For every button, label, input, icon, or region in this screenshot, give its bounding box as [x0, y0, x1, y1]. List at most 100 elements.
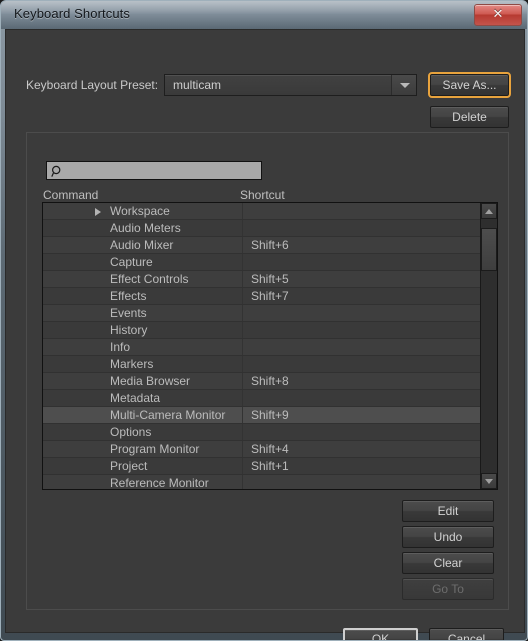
- preset-selected-value: multicam: [173, 78, 222, 92]
- delete-button[interactable]: Delete: [430, 106, 509, 128]
- table-row[interactable]: Program Monitor Shift+4: [43, 441, 482, 458]
- row-command-label: Multi-Camera Monitor: [110, 408, 226, 422]
- row-indent: [43, 390, 105, 406]
- row-shortcut-label: Shift+5: [251, 272, 289, 286]
- column-divider: [242, 288, 243, 304]
- row-indent: [43, 339, 105, 355]
- row-indent: [43, 356, 105, 372]
- dialog-window: Keyboard Shortcuts ✕ Keyboard Layout Pre…: [0, 0, 528, 641]
- row-command-label: Media Browser: [110, 374, 191, 388]
- window-title: Keyboard Shortcuts: [14, 6, 130, 21]
- row-command-label: History: [110, 323, 148, 337]
- ok-button[interactable]: OK: [343, 628, 418, 640]
- clear-button[interactable]: Clear: [402, 552, 494, 574]
- row-indent: [43, 373, 105, 389]
- column-header-shortcut: Shortcut: [240, 188, 285, 202]
- close-icon: ✕: [492, 6, 504, 21]
- row-shortcut-label: Shift+1: [251, 459, 289, 473]
- dialog-client-area: Keyboard Layout Preset: multicam Save As…: [5, 29, 525, 640]
- column-divider: [242, 271, 243, 287]
- column-divider: [242, 475, 243, 489]
- table-row[interactable]: Media Browser Shift+8: [43, 373, 482, 390]
- table-row[interactable]: Markers: [43, 356, 482, 373]
- column-divider: [242, 237, 243, 253]
- column-header-command: Command: [43, 188, 99, 202]
- chevron-down-icon[interactable]: [391, 75, 416, 95]
- undo-button[interactable]: Undo: [402, 526, 494, 548]
- row-indent: [43, 458, 105, 474]
- table-row[interactable]: Options: [43, 424, 482, 441]
- table-row[interactable]: Info: [43, 339, 482, 356]
- table-row[interactable]: Effects Shift+7: [43, 288, 482, 305]
- column-divider: [242, 458, 243, 474]
- row-shortcut-label: Shift+4: [251, 442, 289, 456]
- edit-button[interactable]: Edit: [402, 500, 494, 522]
- row-command-label: Markers: [110, 357, 154, 371]
- row-indent: [43, 407, 105, 423]
- column-divider: [242, 339, 243, 355]
- cancel-button[interactable]: Cancel: [429, 628, 504, 640]
- column-divider: [242, 254, 243, 270]
- column-divider: [242, 390, 243, 406]
- row-command-label: Reference Monitor: [110, 476, 209, 489]
- table-row[interactable]: Events: [43, 305, 482, 322]
- search-icon: [51, 165, 61, 177]
- close-button[interactable]: ✕: [474, 4, 522, 26]
- row-indent: [43, 475, 105, 489]
- table-row[interactable]: Audio Meters: [43, 220, 482, 237]
- column-divider: [242, 305, 243, 321]
- row-indent: [43, 254, 105, 270]
- table-row[interactable]: Metadata: [43, 390, 482, 407]
- title-bar: Keyboard Shortcuts ✕: [1, 1, 527, 29]
- row-indent: [43, 271, 105, 287]
- table-row[interactable]: Reference Monitor: [43, 475, 482, 489]
- shortcuts-list[interactable]: Workspace Audio Meters Audio Mixer Shift+6 C…: [42, 202, 498, 490]
- table-row[interactable]: Multi-Camera Monitor Shift+9: [43, 407, 482, 424]
- row-command-label: Capture: [110, 255, 153, 269]
- expand-triangle-icon[interactable]: [95, 208, 101, 216]
- column-divider: [242, 441, 243, 457]
- column-divider: [242, 356, 243, 372]
- table-row[interactable]: Project Shift+1: [43, 458, 482, 475]
- row-indent: [43, 288, 105, 304]
- row-indent: [43, 424, 105, 440]
- table-row[interactable]: Capture: [43, 254, 482, 271]
- row-command-label: Events: [110, 306, 147, 320]
- row-shortcut-label: Shift+9: [251, 408, 289, 422]
- table-row[interactable]: History: [43, 322, 482, 339]
- row-indent: [43, 441, 105, 457]
- row-command-label: Program Monitor: [110, 442, 200, 456]
- row-shortcut-label: Shift+6: [251, 238, 289, 252]
- column-divider: [242, 322, 243, 338]
- row-command-label: Project: [110, 459, 148, 473]
- search-field[interactable]: [46, 161, 262, 180]
- row-command-label: Audio Meters: [110, 221, 181, 235]
- row-command-label: Effect Controls: [110, 272, 189, 286]
- row-command-label: Options: [110, 425, 152, 439]
- preset-label: Keyboard Layout Preset:: [26, 78, 159, 92]
- row-indent: [43, 220, 105, 236]
- row-indent: [43, 305, 105, 321]
- shortcuts-list-rows: Workspace Audio Meters Audio Mixer Shift+6 C…: [43, 203, 482, 489]
- vertical-scrollbar[interactable]: [480, 203, 497, 489]
- column-divider: [242, 373, 243, 389]
- scroll-up-arrow-icon[interactable]: [481, 203, 497, 219]
- keyboard-layout-preset-select[interactable]: multicam: [164, 74, 417, 96]
- column-divider: [242, 424, 243, 440]
- row-shortcut-label: Shift+7: [251, 289, 289, 303]
- column-divider: [242, 203, 243, 219]
- table-row[interactable]: Workspace: [43, 203, 482, 220]
- save-as-button[interactable]: Save As...: [428, 72, 511, 98]
- go-to-button: Go To: [402, 578, 494, 600]
- row-indent: [43, 237, 105, 253]
- scroll-down-arrow-icon[interactable]: [481, 473, 497, 489]
- table-row[interactable]: Audio Mixer Shift+6: [43, 237, 482, 254]
- table-row[interactable]: Effect Controls Shift+5: [43, 271, 482, 288]
- row-command-label: Metadata: [110, 391, 161, 405]
- search-input[interactable]: [67, 163, 261, 180]
- row-shortcut-label: Shift+8: [251, 374, 289, 388]
- scrollbar-thumb[interactable]: [481, 228, 497, 271]
- column-divider: [242, 220, 243, 236]
- row-command-label: Effects: [110, 289, 147, 303]
- row-command-label: Audio Mixer: [110, 238, 174, 252]
